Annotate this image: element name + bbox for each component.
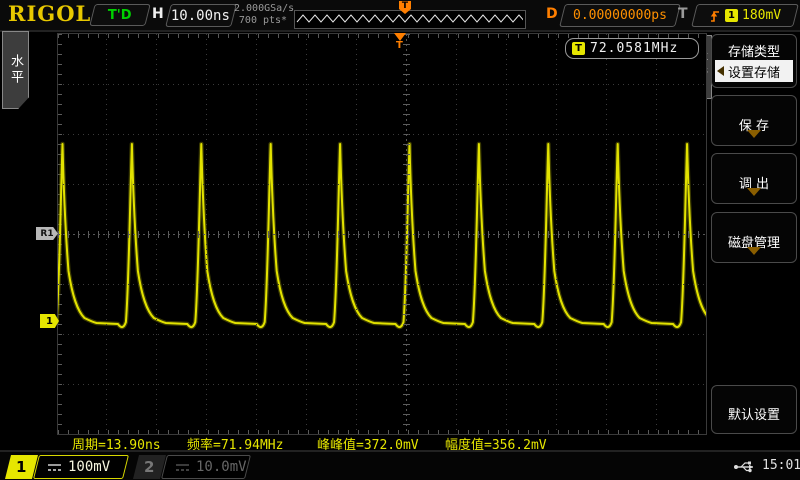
storage-type-value[interactable]: 设置存储 xyxy=(715,60,793,82)
rising-edge-icon xyxy=(709,9,721,23)
rigol-logo: RIGOL xyxy=(8,1,91,26)
chevron-down-icon xyxy=(747,247,761,255)
chevron-down-icon xyxy=(747,130,761,138)
dc-coupling-icon xyxy=(175,463,190,472)
sample-rate: 2.000GSa/s xyxy=(234,3,292,15)
counter-source-chip: T xyxy=(572,42,585,55)
ch2-scale-indicator[interactable]: 10.0mV xyxy=(161,455,251,479)
gridline xyxy=(58,84,706,85)
top-status-bar: RIGOL T'D H 10.00ns 2.000GSa/s 700 pts* … xyxy=(0,0,800,32)
gridline xyxy=(58,184,706,185)
gridline xyxy=(58,334,706,335)
oscilloscope-screen: RIGOL T'D H 10.00ns 2.000GSa/s 700 pts* … xyxy=(0,0,800,480)
menu-item-storage-type[interactable]: 存储类型 设置存储 xyxy=(711,34,797,88)
usb-icon xyxy=(733,460,757,474)
dc-coupling-icon xyxy=(47,463,62,472)
timebase-badge[interactable]: 10.00ns xyxy=(165,4,237,27)
ch1-scale-value: 100mV xyxy=(68,459,110,475)
memory-depth: 700 pts* xyxy=(234,15,292,27)
left-arrow-icon xyxy=(717,66,724,76)
trigger-level-value: 180mV xyxy=(742,8,781,23)
ch1-scale-indicator[interactable]: 100mV xyxy=(33,455,129,479)
gridline xyxy=(58,284,706,285)
trigger-status-badge: T'D xyxy=(89,4,150,26)
tab-horizontal-menu[interactable]: 水平 xyxy=(2,31,29,109)
horizontal-label: H xyxy=(152,6,164,22)
counter-value: 72.0581MHz xyxy=(590,41,678,56)
reference-position-marker[interactable]: R1 xyxy=(36,227,58,240)
default-setup-label: 默认设置 xyxy=(712,404,796,423)
delay-label: D xyxy=(546,6,558,22)
trigger-status-text: T'D xyxy=(108,8,132,23)
trigger-label: T xyxy=(678,6,688,22)
storage-type-label: 存储类型 xyxy=(712,41,796,60)
menu-item-recall[interactable]: 调 出 xyxy=(711,153,797,204)
timebase-value: 10.00ns xyxy=(171,8,230,24)
gridline xyxy=(58,384,706,385)
gridline xyxy=(58,231,706,238)
frequency-counter: T 72.0581MHz xyxy=(565,38,699,59)
menu-item-default-setup[interactable]: 默认设置 xyxy=(711,385,797,434)
bottom-channel-bar: 1 100mV 2 10.0mV xyxy=(0,450,800,480)
gridline xyxy=(58,134,706,135)
trigger-settings-badge[interactable]: 1 180mV xyxy=(691,4,799,27)
chevron-down-icon xyxy=(747,188,761,196)
menu-item-save[interactable]: 保 存 xyxy=(711,95,797,146)
acquisition-info: 2.000GSa/s 700 pts* xyxy=(234,3,292,27)
trigger-position-t-label: T xyxy=(396,40,403,51)
waveform-display-area xyxy=(57,33,707,435)
clock: 15:01 xyxy=(762,458,800,473)
delay-value: 0.00000000ps xyxy=(573,8,667,23)
ch2-scale-value: 10.0mV xyxy=(196,459,247,475)
delay-badge[interactable]: 0.00000000ps xyxy=(559,4,681,27)
trigger-source-chip: 1 xyxy=(725,9,738,22)
memory-waveform-bar[interactable] xyxy=(294,10,526,29)
memory-waveform-icon xyxy=(295,11,523,26)
menu-item-disk-manage[interactable]: 磁盘管理 xyxy=(711,212,797,263)
